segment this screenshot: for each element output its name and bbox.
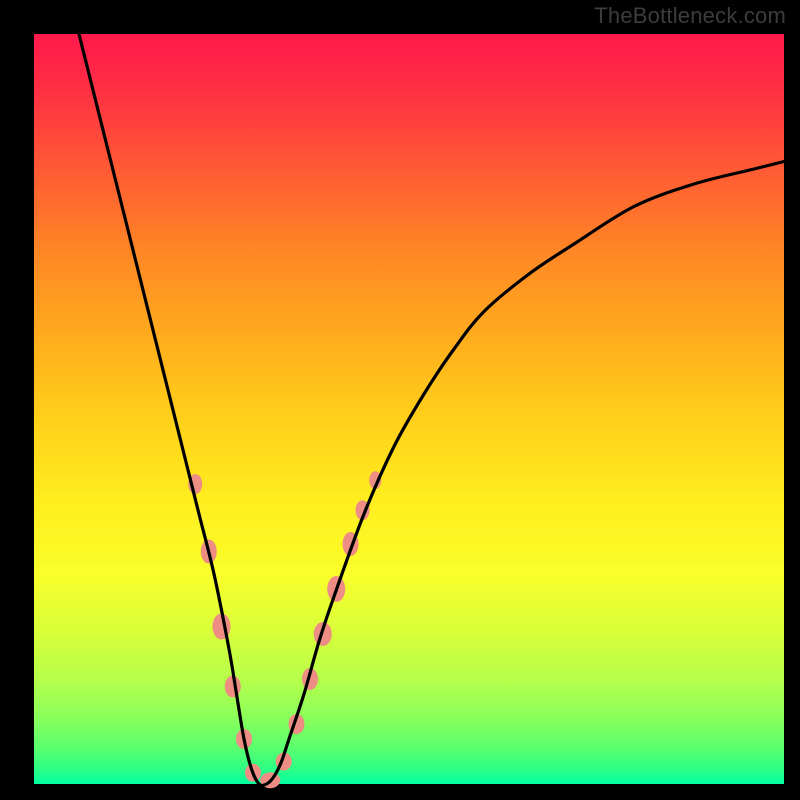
chart-container: TheBottleneck.com — [0, 0, 800, 800]
marker-layer — [188, 471, 381, 788]
curve-svg — [34, 34, 784, 784]
watermark-text: TheBottleneck.com — [594, 3, 786, 29]
bottleneck-curve — [79, 34, 784, 785]
plot-area — [34, 34, 784, 784]
